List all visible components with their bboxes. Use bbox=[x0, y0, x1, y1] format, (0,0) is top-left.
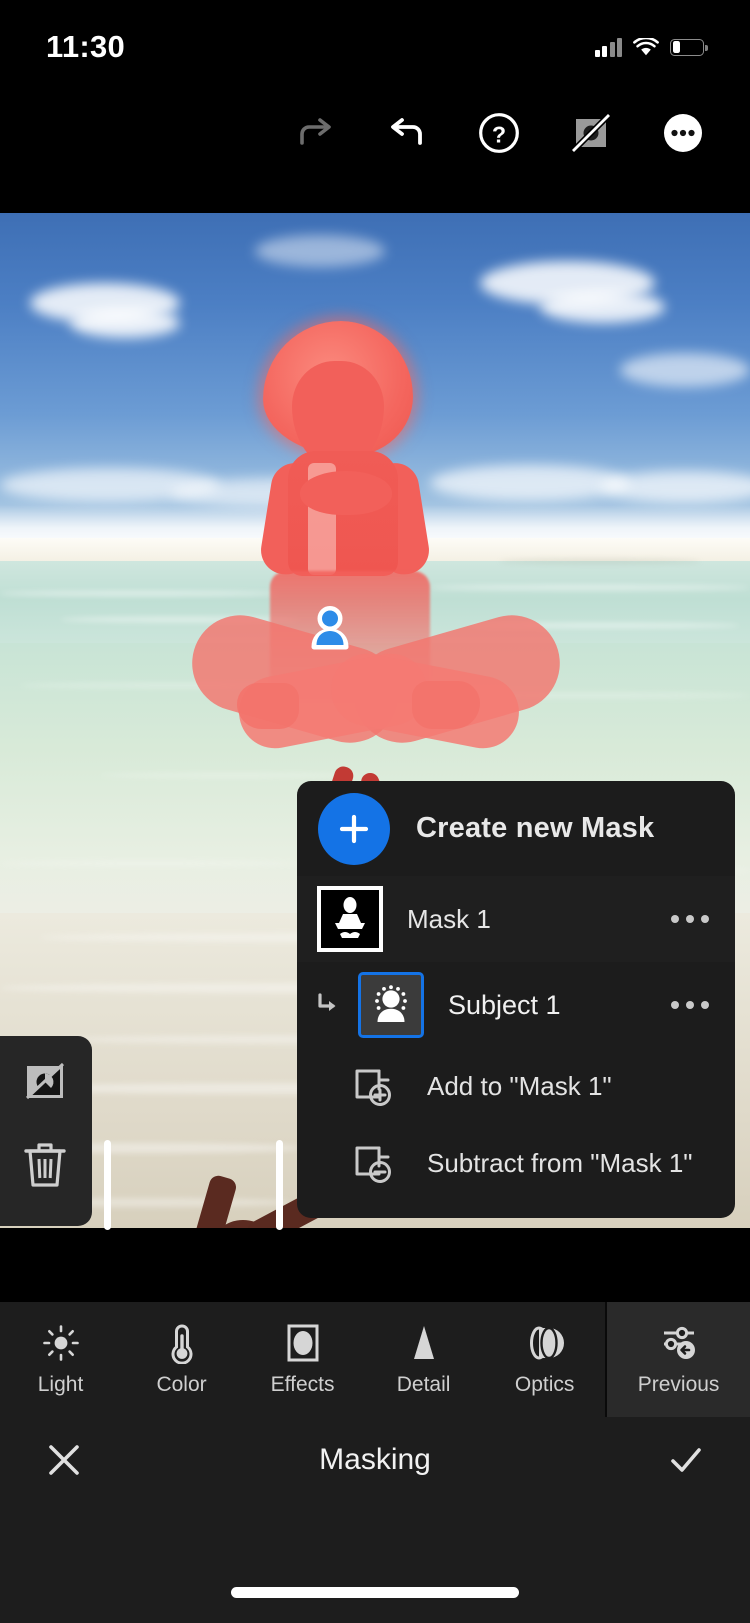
status-bar: 11:30 bbox=[0, 0, 750, 88]
invert-mask-button[interactable] bbox=[17, 1054, 73, 1110]
crop-handle-right[interactable] bbox=[276, 1140, 283, 1230]
mask-overflow-menu-button[interactable] bbox=[669, 905, 711, 933]
sliders-back-arrow-icon bbox=[657, 1322, 701, 1364]
subtract-from-mask-icon bbox=[349, 1139, 399, 1189]
confirm-button[interactable] bbox=[660, 1434, 712, 1486]
nav-label-previous: Previous bbox=[637, 1373, 720, 1396]
nav-label-optics: Optics bbox=[514, 1373, 575, 1396]
home-area bbox=[0, 1502, 750, 1623]
battery-icon bbox=[670, 38, 708, 56]
delete-mask-button[interactable] bbox=[17, 1136, 73, 1192]
nav-label-detail: Detail bbox=[396, 1373, 451, 1396]
cancel-button[interactable] bbox=[38, 1434, 90, 1486]
thermometer-icon bbox=[162, 1322, 202, 1364]
nav-item-color[interactable]: Color bbox=[121, 1302, 242, 1417]
mask-name-label: Mask 1 bbox=[407, 903, 491, 934]
home-indicator[interactable] bbox=[231, 1587, 519, 1598]
redo-button[interactable] bbox=[284, 102, 346, 164]
mask-tools-panel bbox=[0, 1036, 92, 1226]
subject-select-person-icon[interactable] bbox=[358, 972, 424, 1038]
signal-bars-icon bbox=[594, 37, 622, 57]
status-indicators bbox=[594, 37, 708, 57]
crop-handle-left[interactable] bbox=[104, 1140, 111, 1230]
nav-item-previous[interactable]: Previous bbox=[605, 1302, 750, 1417]
submask-overflow-menu-button[interactable] bbox=[669, 991, 711, 1019]
status-time: 11:30 bbox=[46, 29, 126, 64]
svg-text:?: ? bbox=[492, 121, 506, 147]
top-toolbar: ? bbox=[0, 95, 750, 170]
more-options-button[interactable] bbox=[652, 102, 714, 164]
add-to-mask-button[interactable]: Add to "Mask 1" bbox=[297, 1048, 735, 1125]
wifi-icon bbox=[633, 37, 659, 55]
nav-item-optics[interactable]: Optics bbox=[484, 1302, 605, 1417]
mask-list-item-mask-1[interactable]: Mask 1 bbox=[297, 876, 735, 962]
masking-title: Masking bbox=[319, 1442, 431, 1476]
create-new-mask-label: Create new Mask bbox=[416, 812, 655, 844]
mask-panel: Create new Mask Mask 1 Subject 1 Add to … bbox=[297, 781, 735, 1218]
add-to-mask-label: Add to "Mask 1" bbox=[427, 1071, 612, 1101]
submask-name-label: Subject 1 bbox=[448, 989, 561, 1020]
lens-icon bbox=[523, 1322, 567, 1364]
subtract-from-mask-label: Subtract from "Mask 1" bbox=[427, 1148, 693, 1178]
triangle-icon bbox=[404, 1322, 444, 1364]
undo-button[interactable] bbox=[376, 102, 438, 164]
vignette-square-icon bbox=[283, 1322, 323, 1364]
plus-icon bbox=[318, 792, 390, 865]
nav-label-color: Color bbox=[156, 1373, 207, 1396]
nav-item-detail[interactable]: Detail bbox=[363, 1302, 484, 1417]
nav-label-light: Light bbox=[37, 1373, 84, 1396]
help-button[interactable]: ? bbox=[468, 102, 530, 164]
toggle-overlay-button[interactable] bbox=[560, 102, 622, 164]
subtract-from-mask-button[interactable]: Subtract from "Mask 1" bbox=[297, 1125, 735, 1202]
sun-icon bbox=[41, 1322, 81, 1364]
corner-down-right-arrow-icon bbox=[313, 991, 343, 1019]
add-to-mask-icon bbox=[349, 1062, 399, 1112]
nav-item-effects[interactable]: Effects bbox=[242, 1302, 363, 1417]
app-screen: 11:30 ? Create new Mask Mask 1 Subject 1… bbox=[0, 0, 750, 1623]
edit-modules-nav: Light Color Effects Detail Optics Previo… bbox=[0, 1302, 750, 1417]
submask-list-item-subject-1[interactable]: Subject 1 bbox=[297, 962, 735, 1048]
nav-item-light[interactable]: Light bbox=[0, 1302, 121, 1417]
create-new-mask-button[interactable]: Create new Mask bbox=[297, 781, 735, 876]
person-pin-icon[interactable] bbox=[304, 601, 356, 653]
masking-bar: Masking bbox=[0, 1417, 750, 1502]
mask-thumbnail-icon[interactable] bbox=[317, 886, 383, 952]
nav-label-effects: Effects bbox=[270, 1373, 335, 1396]
